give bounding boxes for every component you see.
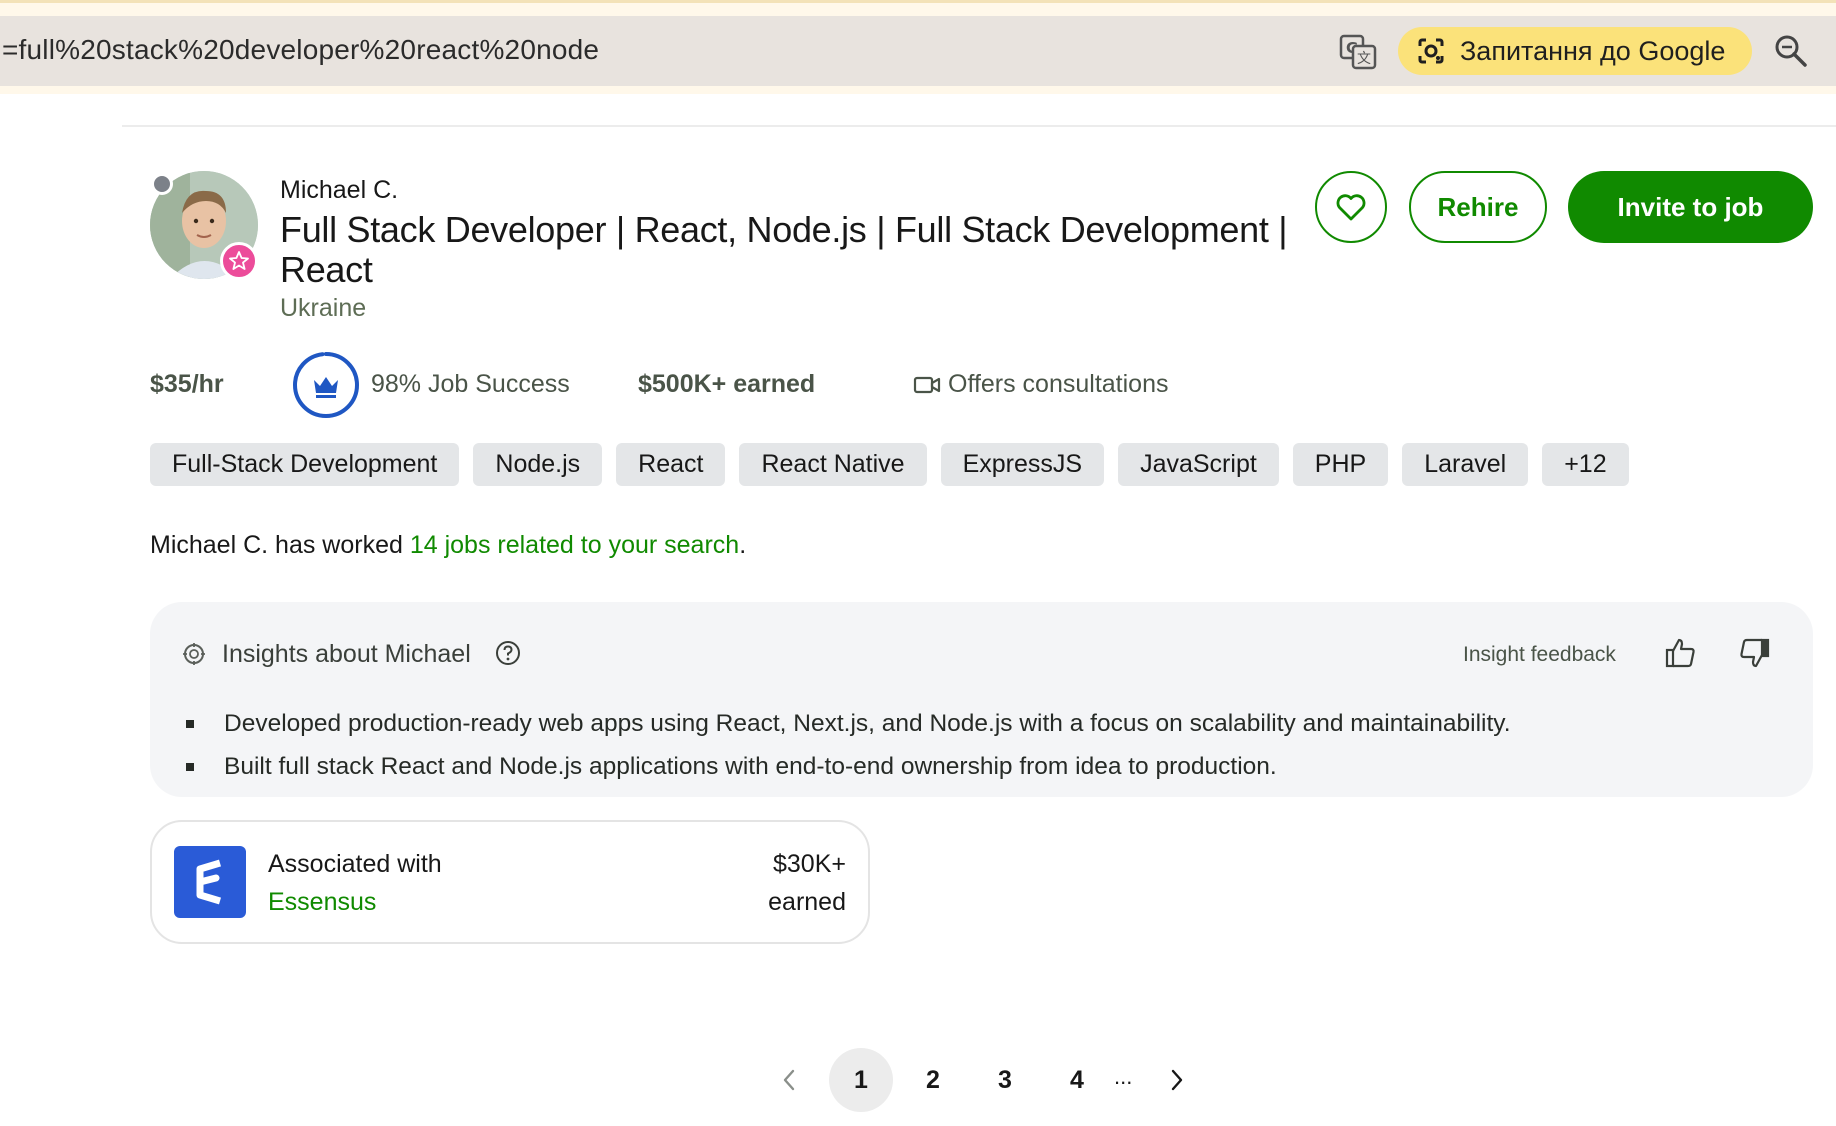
translate-icon[interactable]: G 文: [1338, 32, 1378, 72]
agency-card[interactable]: Associated with Essensus $30K+ earned: [150, 820, 870, 944]
insight-item: Developed production-ready web apps usin…: [186, 702, 1511, 745]
chevron-right-icon[interactable]: [1164, 1068, 1188, 1092]
heart-icon: [1336, 194, 1366, 221]
freelancer-location: Ukraine: [280, 294, 367, 322]
associated-with-label: Associated with: [268, 850, 442, 878]
more-skills-tag[interactable]: +12: [1542, 443, 1629, 486]
related-jobs-prefix: Michael C. has worked: [150, 531, 410, 559]
help-icon[interactable]: [495, 640, 521, 666]
ask-google-label: Запитання до Google: [1460, 35, 1726, 66]
invite-to-job-button[interactable]: Invite to job: [1568, 171, 1813, 243]
thumbs-down-icon[interactable]: [1737, 636, 1771, 670]
pagination: 1 2 3 4 ...: [770, 1048, 1190, 1112]
zoom-icon[interactable]: [1772, 32, 1810, 70]
page-button-1[interactable]: 1: [829, 1048, 893, 1112]
agency-earnings-label: earned: [768, 888, 846, 916]
job-success-score: 98% Job Success: [371, 370, 570, 398]
browser-toolbar: =full%20stack%20developer%20react%20node…: [0, 0, 1836, 94]
svg-text:文: 文: [1357, 51, 1371, 67]
insight-text: Developed production-ready web apps usin…: [224, 710, 1511, 737]
skill-tag[interactable]: ExpressJS: [940, 443, 1105, 486]
freelancer-name[interactable]: Michael C.: [280, 176, 398, 205]
skill-tag[interactable]: PHP: [1292, 443, 1389, 486]
crown-icon: [314, 377, 338, 393]
insight-item: Built full stack React and Node.js appli…: [186, 745, 1511, 788]
insights-list: Developed production-ready web apps usin…: [186, 702, 1511, 788]
hourly-rate: $35/hr: [150, 370, 224, 398]
bullet-icon: [186, 762, 194, 771]
total-earned: $500K+ earned: [638, 370, 816, 398]
online-status-dot: [151, 173, 173, 195]
page-button-2[interactable]: 2: [901, 1048, 965, 1112]
rising-talent-badge[interactable]: [220, 242, 258, 280]
insights-panel: Insights about Michael Insight feedback …: [150, 602, 1813, 797]
skill-tag[interactable]: Node.js: [473, 443, 603, 486]
insight-text: Built full stack React and Node.js appli…: [224, 753, 1277, 780]
video-camera-icon: [913, 376, 941, 394]
page-button-4[interactable]: 4: [1045, 1048, 1109, 1112]
agency-earnings-amount: $30K+: [773, 850, 846, 878]
agency-name-link[interactable]: Essensus: [268, 888, 376, 917]
skill-tag[interactable]: JavaScript: [1118, 443, 1279, 486]
address-bar[interactable]: =full%20stack%20developer%20react%20node…: [0, 16, 1836, 86]
page-button-3[interactable]: 3: [973, 1048, 1037, 1112]
agency-logo: [174, 846, 246, 918]
address-url[interactable]: =full%20stack%20developer%20react%20node: [2, 34, 599, 66]
job-success-badge[interactable]: [290, 349, 362, 421]
thumbs-up-icon[interactable]: [1664, 636, 1698, 670]
skill-tag[interactable]: Laravel: [1402, 443, 1529, 486]
skills-list: Full-Stack Development Node.js React Rea…: [150, 443, 1629, 486]
star-icon: [229, 251, 249, 270]
insight-feedback-label: Insight feedback: [1463, 643, 1616, 666]
skill-tag[interactable]: Full-Stack Development: [150, 443, 460, 486]
related-jobs-text: Michael C. has worked 14 jobs related to…: [150, 531, 746, 560]
skill-tag[interactable]: React Native: [739, 443, 927, 486]
chevron-left-icon[interactable]: [778, 1068, 802, 1092]
insights-title: Insights about Michael: [222, 640, 471, 668]
skill-tag[interactable]: React: [616, 443, 726, 486]
rehire-button[interactable]: Rehire: [1409, 171, 1547, 243]
related-jobs-suffix: .: [739, 531, 747, 559]
section-divider: [122, 125, 1836, 127]
essensus-logo-icon: [196, 859, 222, 905]
google-lens-icon: [1418, 38, 1444, 64]
related-jobs-link[interactable]: 14 jobs related to your search: [410, 531, 739, 559]
ai-sparkle-icon: [183, 643, 205, 665]
bullet-icon: [186, 719, 194, 728]
save-freelancer-button[interactable]: [1315, 171, 1387, 243]
offers-consultations[interactable]: Offers consultations: [948, 370, 1168, 399]
ask-google-button[interactable]: Запитання до Google: [1398, 27, 1752, 75]
pagination-ellipsis: ...: [1114, 1064, 1133, 1089]
profile-title[interactable]: Full Stack Developer | React, Node.js | …: [280, 210, 1310, 290]
